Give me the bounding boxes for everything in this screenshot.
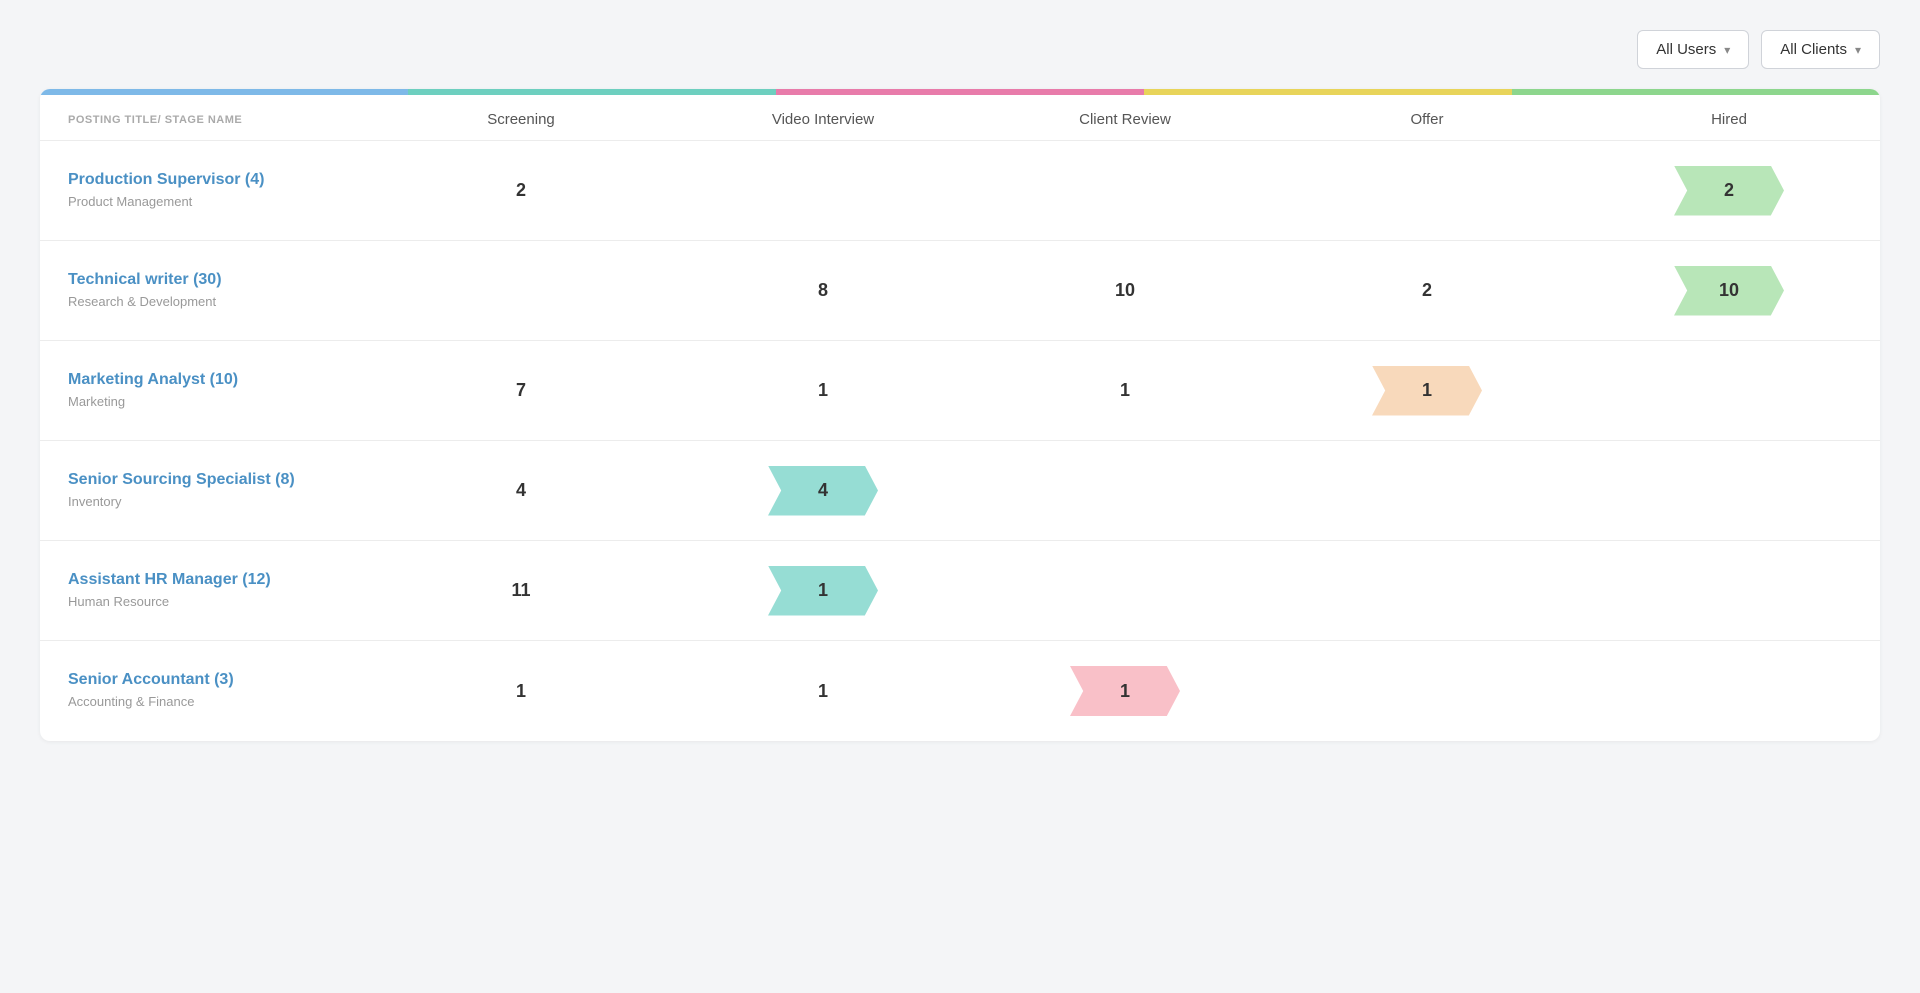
col-client-review-header: Client Review bbox=[974, 111, 1276, 128]
offer-cell-2: 1 bbox=[1276, 356, 1578, 426]
screening-cell-5: 1 bbox=[370, 671, 672, 712]
job-dept-4: Human Resource bbox=[68, 594, 169, 609]
hired-cell-5 bbox=[1578, 681, 1880, 701]
color-bar-segment bbox=[40, 89, 408, 95]
job-title-2[interactable]: Marketing Analyst (10) bbox=[68, 371, 350, 389]
video-cell-0 bbox=[672, 181, 974, 201]
offer-cell-1: 2 bbox=[1276, 270, 1578, 311]
table-row: Senior Sourcing Specialist (8) Inventory 4… bbox=[40, 441, 1880, 541]
screening-cell-3: 4 bbox=[370, 470, 672, 511]
col-video-interview-header: Video Interview bbox=[672, 111, 974, 128]
screening-cell-4: 11 bbox=[370, 570, 672, 611]
video-cell-5: 1 bbox=[672, 671, 974, 712]
offer-cell-0 bbox=[1276, 181, 1578, 201]
offer-cell-5 bbox=[1276, 681, 1578, 701]
color-bar-segment bbox=[1512, 89, 1880, 95]
color-bar bbox=[40, 89, 1880, 95]
table-header: POSTING TITLE/ STAGE NAME Screening Vide… bbox=[40, 95, 1880, 141]
job-title-1[interactable]: Technical writer (30) bbox=[68, 271, 350, 289]
client-cell-2: 1 bbox=[974, 370, 1276, 411]
client-cell-5: 1 bbox=[974, 656, 1276, 726]
job-dept-2: Marketing bbox=[68, 394, 125, 409]
all-users-dropdown[interactable]: All Users ▾ bbox=[1637, 30, 1749, 69]
main-table: POSTING TITLE/ STAGE NAME Screening Vide… bbox=[40, 89, 1880, 741]
client-cell-3 bbox=[974, 481, 1276, 501]
client-badge-5: 1 bbox=[1070, 666, 1180, 716]
color-bar-segment bbox=[1144, 89, 1512, 95]
col-offer-header: Offer bbox=[1276, 111, 1578, 128]
offer-cell-4 bbox=[1276, 581, 1578, 601]
chevron-down-icon: ▾ bbox=[1724, 43, 1730, 57]
chevron-down-icon-2: ▾ bbox=[1855, 43, 1861, 57]
hired-badge-0: 2 bbox=[1674, 166, 1784, 216]
client-cell-0 bbox=[974, 181, 1276, 201]
job-info-2: Marketing Analyst (10) Marketing bbox=[40, 349, 370, 433]
job-title-5[interactable]: Senior Accountant (3) bbox=[68, 671, 350, 689]
all-clients-label: All Clients bbox=[1780, 41, 1847, 58]
job-dept-3: Inventory bbox=[68, 494, 121, 509]
job-dept-1: Research & Development bbox=[68, 294, 216, 309]
table-row: Assistant HR Manager (12) Human Resource 1… bbox=[40, 541, 1880, 641]
hired-badge-1: 10 bbox=[1674, 266, 1784, 316]
job-info-0: Production Supervisor (4) Product Managem… bbox=[40, 149, 370, 233]
job-dept-0: Product Management bbox=[68, 194, 192, 209]
all-users-label: All Users bbox=[1656, 41, 1716, 58]
color-bar-segment bbox=[776, 89, 1144, 95]
screening-cell-2: 7 bbox=[370, 370, 672, 411]
toolbar: All Users ▾ All Clients ▾ bbox=[40, 30, 1880, 69]
job-dept-5: Accounting & Finance bbox=[68, 694, 194, 709]
video-cell-3: 4 bbox=[672, 456, 974, 526]
video-badge-3: 4 bbox=[768, 466, 878, 516]
table-row: Marketing Analyst (10)Marketing7111 bbox=[40, 341, 1880, 441]
hired-cell-1: 10 bbox=[1578, 256, 1880, 326]
hired-cell-2 bbox=[1578, 381, 1880, 401]
page-container: All Users ▾ All Clients ▾ POSTING TITLE/… bbox=[0, 0, 1920, 771]
job-title-0[interactable]: Production Supervisor (4) bbox=[68, 171, 350, 189]
client-cell-4 bbox=[974, 581, 1276, 601]
video-cell-2: 1 bbox=[672, 370, 974, 411]
job-info-3: Senior Sourcing Specialist (8) Inventory bbox=[40, 449, 370, 533]
col-posting-title-header: POSTING TITLE/ STAGE NAME bbox=[40, 111, 370, 128]
job-info-1: Technical writer (30) Research & Developm… bbox=[40, 249, 370, 333]
client-cell-1: 10 bbox=[974, 270, 1276, 311]
offer-cell-3 bbox=[1276, 481, 1578, 501]
color-bar-segment bbox=[408, 89, 776, 95]
hired-cell-4 bbox=[1578, 581, 1880, 601]
screening-cell-0: 2 bbox=[370, 170, 672, 211]
table-row: Production Supervisor (4) Product Managem… bbox=[40, 141, 1880, 241]
job-title-3[interactable]: Senior Sourcing Specialist (8) bbox=[68, 471, 350, 489]
all-clients-dropdown[interactable]: All Clients ▾ bbox=[1761, 30, 1880, 69]
table-body: Production Supervisor (4) Product Managem… bbox=[40, 141, 1880, 741]
job-info-5: Senior Accountant (3) Accounting & Financ… bbox=[40, 649, 370, 733]
screening-cell-1 bbox=[370, 281, 672, 301]
video-cell-4: 1 bbox=[672, 556, 974, 626]
col-hired-header: Hired bbox=[1578, 111, 1880, 128]
col-screening-header: Screening bbox=[370, 111, 672, 128]
job-info-4: Assistant HR Manager (12) Human Resource bbox=[40, 549, 370, 633]
table-row: Technical writer (30) Research & Developm… bbox=[40, 241, 1880, 341]
job-title-4[interactable]: Assistant HR Manager (12) bbox=[68, 571, 350, 589]
video-badge-4: 1 bbox=[768, 566, 878, 616]
table-row: Senior Accountant (3) Accounting & Financ… bbox=[40, 641, 1880, 741]
hired-cell-3 bbox=[1578, 481, 1880, 501]
hired-cell-0: 2 bbox=[1578, 156, 1880, 226]
offer-badge-2: 1 bbox=[1372, 366, 1482, 416]
video-cell-1: 8 bbox=[672, 270, 974, 311]
